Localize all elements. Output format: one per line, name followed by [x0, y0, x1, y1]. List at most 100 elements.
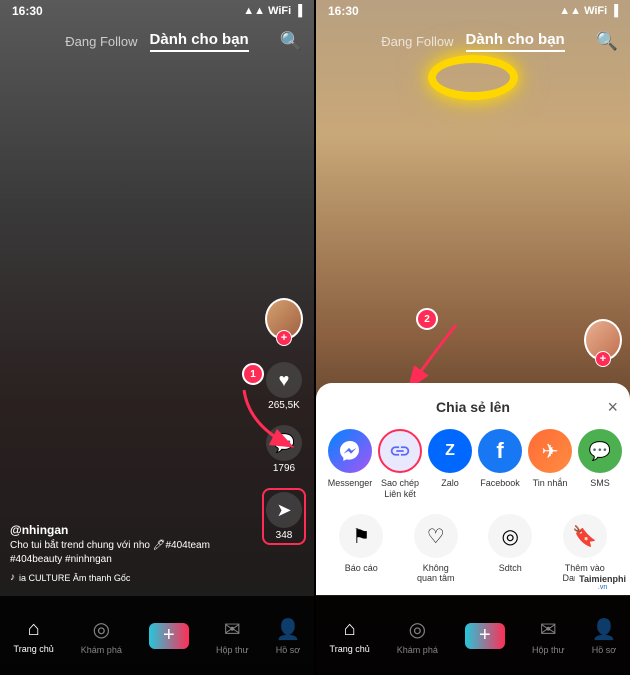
- share-icon-left: ➤: [266, 492, 302, 528]
- nav-for-you-left[interactable]: Dành cho bạn: [150, 31, 249, 52]
- badge-1-container: 1: [242, 363, 264, 385]
- like-btn-left[interactable]: ♥ 265,5K: [266, 362, 302, 411]
- status-icons-left: ▲▲ WiFi ▐: [243, 5, 302, 17]
- like-icon-left: ♥: [266, 362, 302, 398]
- search-icon-right[interactable]: 🔍: [596, 31, 618, 52]
- facebook-label: Facebook: [480, 478, 520, 489]
- time-left: 16:30: [12, 4, 43, 18]
- share-action-sdtch[interactable]: ◎ Sdtch: [477, 514, 544, 583]
- music-text-left: ia CULTURE Âm thanh Gốc: [19, 572, 130, 585]
- nav-inbox-right[interactable]: ✉ Hộp thư: [532, 617, 565, 655]
- facebook-icon: f: [478, 429, 522, 473]
- plus-btn-left[interactable]: +: [149, 623, 189, 649]
- zalo-icon: Z: [428, 429, 472, 473]
- comment-icon-left: 💬: [266, 425, 302, 461]
- explore-icon-right: ◎: [409, 617, 426, 642]
- close-icon[interactable]: ×: [607, 397, 618, 418]
- share-app-copy-link[interactable]: Sao chépLiên kết: [378, 429, 422, 500]
- top-nav-left: Đang Follow Dành cho bạn 🔍: [0, 22, 314, 60]
- share-action-notinterested[interactable]: ♡ Khôngquan tâm: [403, 514, 470, 583]
- copy-link-label: Sao chépLiên kết: [381, 478, 419, 500]
- wifi-icon: WiFi: [268, 5, 291, 17]
- watermark-main: Taimienphi: [579, 574, 626, 584]
- avatar-container: +: [265, 298, 303, 340]
- share-sheet: Chia sẻ lên × Messenger Sao chépLiên kết: [316, 383, 630, 595]
- plus-btn-right[interactable]: +: [465, 623, 505, 649]
- battery-icon-right: ▐: [610, 5, 618, 17]
- nav-follow-left[interactable]: Đang Follow: [65, 34, 137, 49]
- zalo-label: Zalo: [441, 478, 459, 489]
- share-sheet-title: Chia sẻ lên: [436, 399, 510, 415]
- share-btn-left[interactable]: ➤ 348: [262, 488, 306, 545]
- share-action-report[interactable]: ⚑ Báo cáo: [328, 514, 395, 583]
- music-row-left: ♪ ia CULTURE Âm thanh Gốc: [10, 571, 254, 585]
- report-label: Báo cáo: [345, 563, 378, 573]
- halo-effect: [428, 55, 518, 100]
- avatar-plus-right[interactable]: +: [595, 351, 611, 367]
- nav-home-label-left: Trang chủ: [14, 644, 54, 654]
- sms-label: SMS: [590, 478, 610, 489]
- likes-count-left: 265,5K: [268, 400, 300, 411]
- explore-icon-left: ◎: [93, 617, 110, 642]
- nav-profile-label-left: Hồ sơ: [276, 645, 300, 655]
- share-actions-row: ⚑ Báo cáo ♡ Khôngquan tâm ◎ Sdtch 🔖 Thêm…: [328, 514, 618, 583]
- comments-count-left: 1796: [273, 463, 295, 474]
- share-sheet-header: Chia sẻ lên ×: [328, 399, 618, 415]
- avatar-plus-left[interactable]: +: [276, 330, 292, 346]
- nav-plus-left[interactable]: +: [149, 623, 189, 649]
- nav-plus-right[interactable]: +: [465, 623, 505, 649]
- badge-1: 1: [242, 363, 264, 385]
- profile-icon-right: 👤: [592, 617, 617, 642]
- badge-2: 2: [416, 308, 438, 330]
- wifi-icon-right: WiFi: [584, 5, 607, 17]
- profile-icon-left: 👤: [276, 617, 301, 642]
- message-label: Tin nhắn: [533, 478, 568, 489]
- sdtch-icon: ◎: [488, 514, 532, 558]
- nav-explore-left[interactable]: ◎ Khám phá: [81, 617, 122, 655]
- nav-explore-label-left: Khám phá: [81, 645, 122, 655]
- inbox-icon-left: ✉: [224, 617, 241, 642]
- home-icon-right: ⌂: [344, 618, 356, 641]
- watermark: Taimienphi .vn: [575, 572, 630, 593]
- sms-icon: 💬: [578, 429, 622, 473]
- nav-explore-label-right: Khám phá: [397, 645, 438, 655]
- search-icon-left[interactable]: 🔍: [280, 31, 302, 52]
- report-icon: ⚑: [339, 514, 383, 558]
- share-app-zalo[interactable]: Z Zalo: [428, 429, 472, 500]
- nav-explore-right[interactable]: ◎ Khám phá: [397, 617, 438, 655]
- left-phone: 16:30 ▲▲ WiFi ▐ Đang Follow Dành cho bạn…: [0, 0, 314, 675]
- nav-inbox-left[interactable]: ✉ Hộp thư: [216, 617, 249, 655]
- share-app-message[interactable]: ✈ Tin nhắn: [528, 429, 572, 500]
- share-app-facebook[interactable]: f Facebook: [478, 429, 522, 500]
- status-bar-left: 16:30 ▲▲ WiFi ▐: [0, 0, 314, 22]
- signal-icon-right: ▲▲: [559, 5, 581, 17]
- share-apps-row: Messenger Sao chépLiên kết Z Zalo f Face…: [328, 429, 618, 500]
- badge-2-container: 2: [416, 308, 438, 330]
- notinterested-icon: ♡: [414, 514, 458, 558]
- nav-follow-right[interactable]: Đang Follow: [381, 34, 453, 49]
- nav-profile-label-right: Hồ sơ: [592, 645, 616, 655]
- status-bar-right: 16:30 ▲▲ WiFi ▐: [316, 0, 630, 22]
- avatar-container-right: +: [584, 319, 622, 361]
- caption-left: @nhingan Cho tui bắt trend chung với nho…: [10, 522, 254, 585]
- top-nav-right: Đang Follow Dành cho bạn 🔍: [316, 22, 630, 60]
- share-app-messenger[interactable]: Messenger: [328, 429, 372, 500]
- bottom-nav-left: ⌂ Trang chủ ◎ Khám phá + ✉ Hộp thư 👤 Hồ …: [0, 595, 314, 675]
- watermark-sub: .vn: [579, 584, 626, 591]
- share-app-sms[interactable]: 💬 SMS: [578, 429, 622, 500]
- home-icon-left: ⌂: [28, 618, 40, 641]
- status-icons-right: ▲▲ WiFi ▐: [559, 5, 618, 17]
- nav-inbox-label-right: Hộp thư: [532, 645, 565, 655]
- nav-profile-right[interactable]: 👤 Hồ sơ: [592, 617, 617, 655]
- nav-home-right[interactable]: ⌂ Trang chủ: [330, 618, 370, 654]
- notinterested-label: Khôngquan tâm: [417, 563, 455, 583]
- time-right: 16:30: [328, 4, 359, 18]
- messenger-label: Messenger: [328, 478, 373, 489]
- nav-home-label-right: Trang chủ: [330, 644, 370, 654]
- addtolist-icon: 🔖: [563, 514, 607, 558]
- inbox-icon-right: ✉: [540, 617, 557, 642]
- nav-for-you-right[interactable]: Dành cho bạn: [466, 31, 565, 52]
- nav-profile-left[interactable]: 👤 Hồ sơ: [276, 617, 301, 655]
- nav-home-left[interactable]: ⌂ Trang chủ: [14, 618, 54, 654]
- comment-btn-left[interactable]: 💬 1796: [266, 425, 302, 474]
